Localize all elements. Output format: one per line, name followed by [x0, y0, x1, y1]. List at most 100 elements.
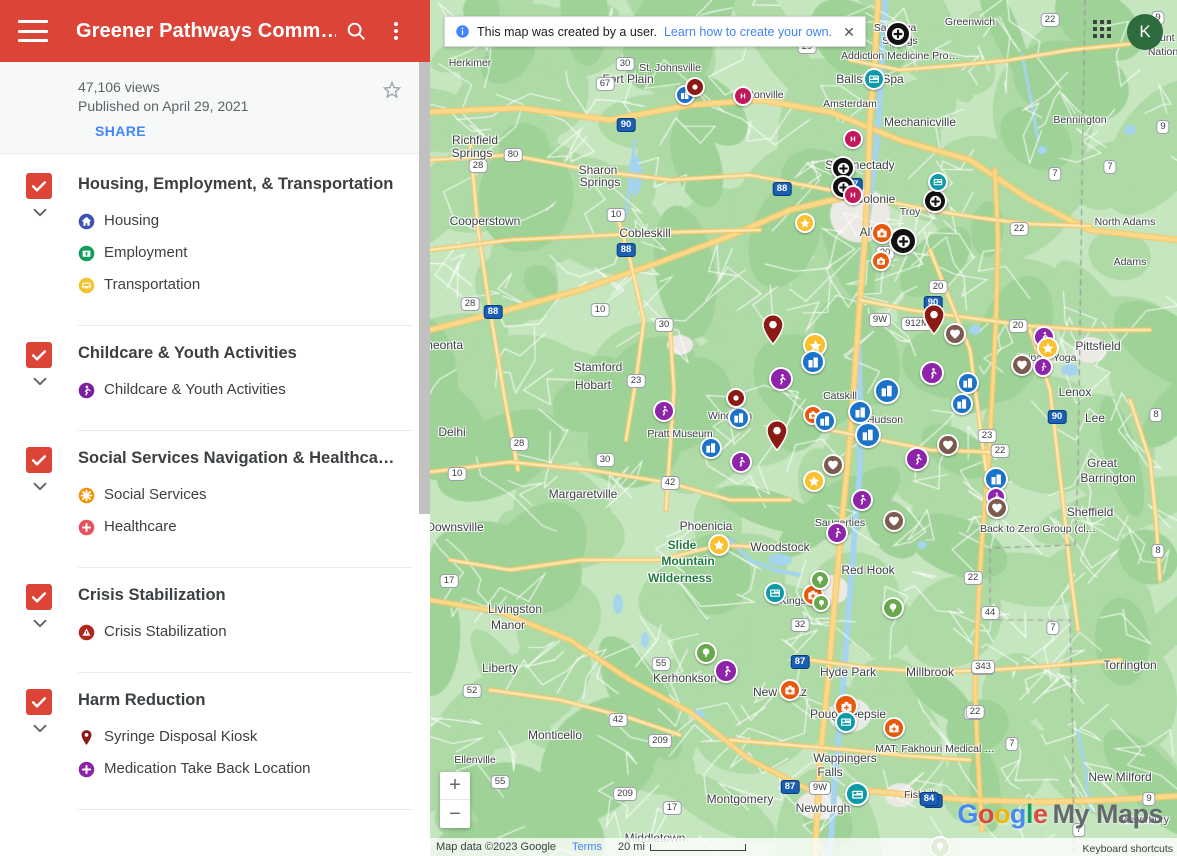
map-marker-childcare-purple[interactable]	[851, 489, 873, 511]
map-marker-crisis-darkred[interactable]	[726, 388, 746, 408]
map-marker-medical-black[interactable]	[889, 227, 917, 255]
keyboard-shortcuts-link[interactable]: Keyboard shortcuts	[1083, 843, 1173, 855]
layer-item[interactable]: Syringe Disposal Kiosk	[78, 721, 412, 753]
scale-bar-line	[649, 843, 746, 851]
map-marker-heart-brown[interactable]	[883, 510, 905, 532]
chevron-down-icon[interactable]	[29, 201, 51, 228]
highway-shield: 90	[616, 118, 636, 132]
map-place-label: Back to Zero Group (cl…	[979, 523, 1097, 535]
highway-shield: 88	[772, 182, 792, 196]
layer-item[interactable]: Social Services	[78, 479, 412, 511]
banner-link[interactable]: Learn how to create your own.	[664, 25, 832, 39]
map-marker-housing-blue[interactable]	[814, 410, 836, 432]
map-marker-takeback-orange[interactable]	[779, 679, 801, 701]
map-marker-childcare-purple[interactable]	[826, 522, 848, 544]
map-marker-transport-yellow[interactable]	[708, 534, 730, 556]
avatar[interactable]: K	[1127, 14, 1163, 50]
map-place-label: Bennington	[1053, 114, 1107, 126]
map-marker-green-tree[interactable]	[812, 594, 830, 612]
map-marker-transport-yellow[interactable]	[1037, 337, 1059, 359]
map-marker-housing-blue[interactable]	[874, 378, 900, 404]
map-marker-takeback-orange[interactable]	[883, 717, 905, 739]
map-marker-shelter-teal[interactable]	[835, 711, 857, 733]
map-marker-pin-darkred[interactable]	[766, 419, 788, 456]
map-marker-childcare-purple[interactable]	[653, 400, 675, 422]
sidebar-scrollbar-thumb[interactable]	[419, 62, 430, 514]
map-marker-childcare-purple[interactable]	[769, 367, 793, 391]
map-marker-shelter-teal[interactable]	[845, 782, 869, 806]
search-icon[interactable]	[336, 11, 376, 51]
highway-shield: 30	[595, 453, 615, 467]
layer-visibility-checkbox[interactable]	[26, 447, 52, 473]
layer-item[interactable]: Transportation	[78, 269, 412, 301]
map-marker-shelter-teal[interactable]	[764, 582, 786, 604]
map-marker-crisis-darkred[interactable]	[685, 77, 705, 97]
highway-shield: 30	[615, 57, 635, 71]
map-marker-housing-blue[interactable]	[957, 372, 979, 394]
map-marker-childcare-purple[interactable]	[920, 361, 944, 385]
map-marker-housing-blue[interactable]	[728, 407, 750, 429]
share-button[interactable]: SHARE	[95, 123, 146, 139]
map-marker-childcare-purple[interactable]	[905, 447, 929, 471]
apps-grid-icon[interactable]	[1093, 20, 1115, 42]
map-marker-housing-blue[interactable]	[700, 437, 722, 459]
chevron-down-icon[interactable]	[29, 717, 51, 744]
map-marker-housing-blue[interactable]	[951, 393, 973, 415]
layer-item[interactable]: Childcare & Youth Activities	[78, 374, 412, 406]
map-marker-heart-brown[interactable]	[986, 497, 1008, 519]
map-marker-shelter-teal[interactable]	[863, 68, 885, 90]
map-marker-childcare-purple[interactable]	[714, 659, 738, 683]
map-marker-hospital-pink[interactable]: H	[733, 86, 753, 106]
map-marker-housing-blue[interactable]	[801, 350, 825, 374]
star-outline-icon[interactable]	[382, 80, 402, 105]
sidebar-scrollbar[interactable]	[419, 62, 430, 856]
close-icon[interactable]: ✕	[843, 25, 855, 39]
chevron-down-icon[interactable]	[29, 612, 51, 639]
map-marker-takeback-orange[interactable]	[871, 251, 891, 271]
zoom-in-button[interactable]: +	[440, 772, 470, 800]
map-marker-housing-blue[interactable]	[848, 400, 872, 424]
map-marker-heart-brown[interactable]	[822, 454, 844, 476]
more-vertical-icon[interactable]	[376, 11, 416, 51]
map-marker-transport-yellow[interactable]	[795, 213, 815, 233]
chevron-down-icon[interactable]	[29, 475, 51, 502]
map-marker-transport-yellow[interactable]	[803, 470, 825, 492]
zoom-controls[interactable]: + −	[440, 772, 470, 828]
chevron-down-icon[interactable]	[29, 370, 51, 397]
map-marker-heart-brown[interactable]	[937, 434, 959, 456]
layer-group-header: Childcare & Youth Activities	[26, 326, 412, 368]
map-marker-heart-brown[interactable]	[944, 323, 966, 345]
layer-item[interactable]: Crisis Stabilization	[78, 616, 412, 648]
map-place-label: Catskill	[823, 390, 857, 402]
layer-list[interactable]: Housing, Employment, & Transportation Hou…	[0, 157, 430, 856]
layer-visibility-checkbox[interactable]	[26, 689, 52, 715]
map-marker-shelter-teal[interactable]	[928, 172, 948, 192]
map-marker-housing-blue[interactable]	[855, 422, 881, 448]
layer-visibility-checkbox[interactable]	[26, 584, 52, 610]
map-marker-pin-darkred[interactable]	[923, 303, 945, 340]
map-marker-green-tree[interactable]	[810, 570, 830, 590]
layer-item[interactable]: Housing	[78, 205, 412, 237]
map-marker-takeback-orange[interactable]	[871, 222, 893, 244]
layer-item[interactable]: Medication Take Back Location	[78, 753, 412, 785]
terms-link[interactable]: Terms	[572, 841, 602, 853]
map-marker-heart-brown[interactable]	[1011, 354, 1033, 376]
map-marker-hospital-pink[interactable]: H	[843, 185, 863, 205]
layer-visibility-checkbox[interactable]	[26, 173, 52, 199]
hamburger-menu-icon[interactable]	[18, 20, 48, 42]
map-marker-green-tree[interactable]	[695, 642, 717, 664]
layer-group: Social Services Navigation & Healthcare …	[26, 431, 412, 568]
map-marker-childcare-purple[interactable]	[1033, 357, 1053, 377]
map-marker-medical-black[interactable]	[885, 21, 911, 47]
layer-item[interactable]: Employment	[78, 237, 412, 269]
layer-visibility-checkbox[interactable]	[26, 342, 52, 368]
layer-item[interactable]: Healthcare	[78, 511, 412, 543]
map-marker-green-tree[interactable]	[882, 597, 904, 619]
map-marker-pin-darkred[interactable]	[762, 313, 784, 350]
map-marker-childcare-purple[interactable]	[730, 451, 752, 473]
map-place-label: Lenox	[1058, 385, 1092, 399]
map-marker-medical-black[interactable]	[923, 189, 947, 213]
map-viewport[interactable]: This map was created by a user. Learn ho…	[430, 0, 1177, 856]
map-marker-hospital-pink[interactable]: H	[843, 129, 863, 149]
zoom-out-button[interactable]: −	[440, 800, 470, 828]
